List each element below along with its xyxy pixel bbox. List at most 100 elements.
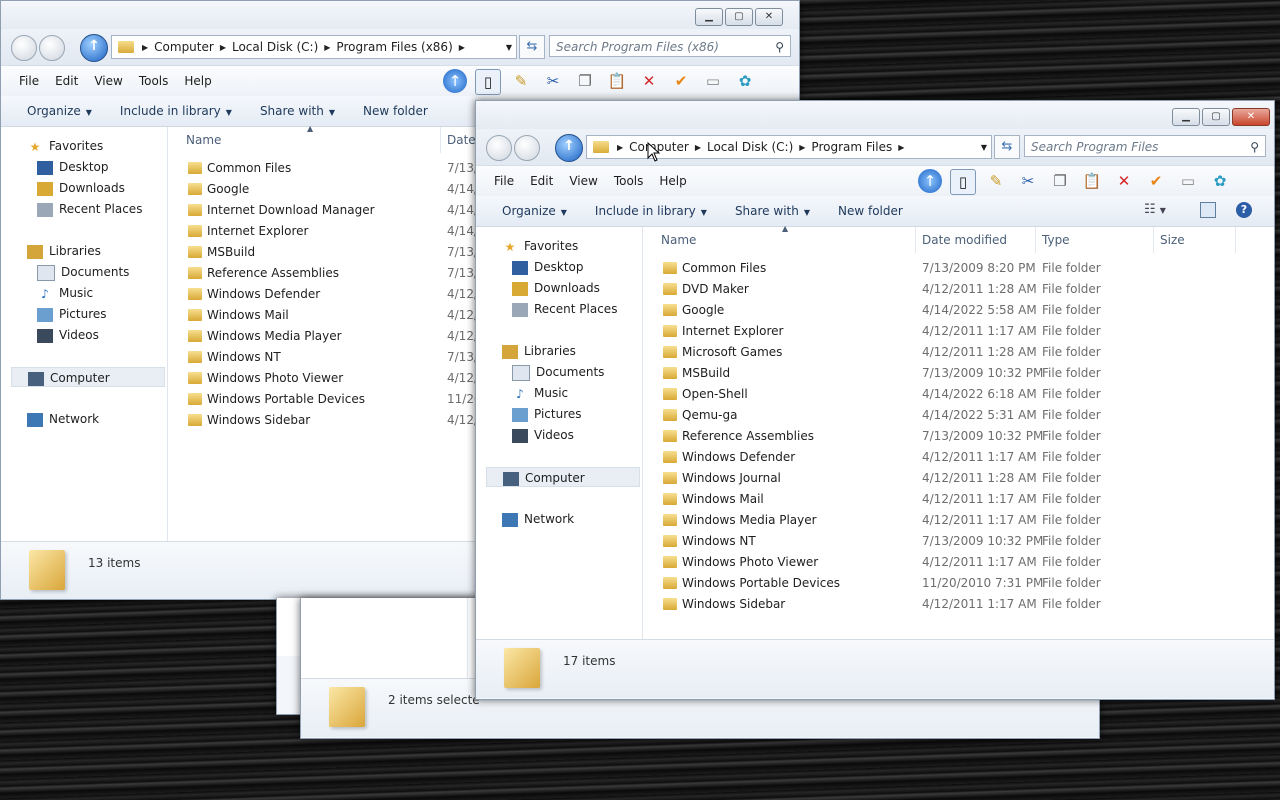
search-input[interactable]: Search Program Files ⚲ [1024, 135, 1266, 157]
file-row[interactable]: Windows Media Player 4/12/2011 1:17 AM Fil… [643, 510, 1243, 531]
menu-edit[interactable]: Edit [530, 174, 553, 188]
file-list[interactable]: Name ▲ Date modified Type Size Common Fi… [643, 224, 1274, 639]
minimize-button[interactable]: ▁ [695, 8, 723, 26]
copy-icon[interactable]: ❐ [573, 69, 597, 93]
nav-recent-places[interactable]: Recent Places [512, 299, 617, 319]
nav-documents[interactable]: Documents [37, 262, 129, 282]
column-divider[interactable] [915, 227, 916, 253]
menu-view[interactable]: View [569, 174, 597, 188]
title-bar[interactable]: ▁ ▢ ✕ [476, 101, 1274, 129]
nav-network[interactable]: Network [502, 509, 574, 529]
column-divider[interactable] [1035, 227, 1036, 253]
up-button[interactable]: ↑ [80, 34, 108, 62]
preview-pane-toggle-icon[interactable] [1200, 202, 1216, 218]
nav-desktop[interactable]: Desktop [512, 257, 584, 277]
nav-favorites[interactable]: ★ Favorites [27, 136, 104, 156]
refresh-button[interactable]: ⇆ [519, 35, 545, 59]
paste-icon[interactable]: 📋 [605, 69, 629, 93]
breadcrumb-computer[interactable]: Computer [154, 40, 214, 54]
close-button[interactable]: ✕ [755, 8, 783, 26]
maximize-button[interactable]: ▢ [725, 8, 753, 26]
breadcrumb-local-disk[interactable]: Local Disk (C:) [707, 140, 793, 154]
share-with-button[interactable]: Share with ▼ [735, 204, 810, 218]
paste-icon[interactable]: 📋 [1080, 169, 1104, 193]
nav-videos[interactable]: Videos [512, 425, 574, 445]
file-row[interactable]: Internet Explorer 4/12/2011 1:17 AM File f… [643, 321, 1243, 342]
nav-videos[interactable]: Videos [37, 325, 99, 345]
nav-computer[interactable]: Computer [11, 367, 165, 387]
organize-button[interactable]: Organize ▼ [27, 104, 92, 118]
new-folder-button[interactable]: New folder [363, 104, 428, 118]
properties-icon[interactable]: ✎ [509, 69, 533, 93]
nav-libraries[interactable]: Libraries [27, 241, 101, 261]
forward-button[interactable] [39, 35, 65, 61]
nav-downloads[interactable]: Downloads [37, 178, 125, 198]
back-button[interactable] [11, 35, 37, 61]
nav-music[interactable]: ♪ Music [512, 383, 568, 403]
up-arrow-icon[interactable]: ↑ [443, 69, 467, 93]
file-row[interactable]: Microsoft Games 4/12/2011 1:28 AM File fol… [643, 342, 1243, 363]
refresh-button[interactable]: ⇆ [994, 135, 1020, 159]
menu-tools[interactable]: Tools [614, 174, 644, 188]
close-button[interactable]: ✕ [1232, 108, 1270, 126]
shell-icon[interactable]: ✿ [733, 69, 757, 93]
column-name[interactable]: Name [661, 233, 696, 247]
column-divider[interactable] [1153, 227, 1154, 253]
up-arrow-icon[interactable]: ↑ [918, 169, 942, 193]
include-in-library-button[interactable]: Include in library ▼ [595, 204, 707, 218]
menu-view[interactable]: View [94, 74, 122, 88]
maximize-button[interactable]: ▢ [1202, 108, 1230, 126]
properties-icon[interactable]: ✎ [984, 169, 1008, 193]
file-row[interactable]: Windows Photo Viewer 4/12/2011 1:17 AM Fil… [643, 552, 1243, 573]
rename-icon[interactable]: ▭ [701, 69, 725, 93]
file-row[interactable]: Google 4/14/2022 5:58 AM File folder [643, 300, 1243, 321]
nav-documents[interactable]: Documents [512, 362, 604, 382]
breadcrumb-program-files-x86[interactable]: Program Files (x86) [336, 40, 452, 54]
preview-pane-icon[interactable]: ▯ [475, 69, 501, 95]
file-row[interactable]: Open-Shell 4/14/2022 6:18 AM File folder [643, 384, 1243, 405]
checkmark-icon[interactable]: ✔ [669, 69, 693, 93]
column-divider[interactable] [440, 127, 441, 153]
address-bar[interactable]: ▶ Computer ▶ Local Disk (C:) ▶ Program F… [111, 35, 517, 59]
nav-recent-places[interactable]: Recent Places [37, 199, 142, 219]
file-row[interactable]: Qemu-ga 4/14/2022 5:31 AM File folder [643, 405, 1243, 426]
menu-tools[interactable]: Tools [139, 74, 169, 88]
nav-music[interactable]: ♪ Music [37, 283, 93, 303]
scissors-icon[interactable]: ✂ [541, 69, 565, 93]
red-x-icon[interactable]: ✕ [637, 69, 661, 93]
menu-help[interactable]: Help [184, 74, 211, 88]
breadcrumb-local-disk[interactable]: Local Disk (C:) [232, 40, 318, 54]
nav-libraries[interactable]: Libraries [502, 341, 576, 361]
nav-pictures[interactable]: Pictures [512, 404, 582, 424]
question-icon[interactable]: ? [1236, 202, 1252, 218]
scissors-icon[interactable]: ✂ [1016, 169, 1040, 193]
new-folder-button[interactable]: New folder [838, 204, 903, 218]
column-date-modified[interactable]: Date modified [922, 233, 1007, 247]
file-row[interactable]: Windows Journal 4/12/2011 1:28 AM File fol… [643, 468, 1243, 489]
file-row[interactable]: Windows Defender 4/12/2011 1:17 AM File fo… [643, 447, 1243, 468]
column-date[interactable]: Date [447, 133, 476, 147]
magnifier-icon[interactable]: ⚲ [775, 36, 784, 58]
views-icon[interactable]: ☷ ▼ [1144, 202, 1166, 217]
shell-icon[interactable]: ✿ [1208, 169, 1232, 193]
back-button[interactable] [486, 135, 512, 161]
file-row[interactable]: Windows Mail 4/12/2011 1:17 AM File folder [643, 489, 1243, 510]
column-type[interactable]: Type [1042, 233, 1070, 247]
column-size[interactable]: Size [1160, 233, 1185, 247]
explorer-window-program-files[interactable]: ▁ ▢ ✕ ↑ ▶ Computer ▶ Local Disk (C:) ▶ P… [475, 100, 1275, 700]
file-row[interactable]: DVD Maker 4/12/2011 1:28 AM File folder [643, 279, 1243, 300]
nav-pictures[interactable]: Pictures [37, 304, 107, 324]
nav-desktop[interactable]: Desktop [37, 157, 109, 177]
up-button[interactable]: ↑ [555, 134, 583, 162]
organize-button[interactable]: Organize ▼ [502, 204, 567, 218]
search-input[interactable]: Search Program Files (x86) ⚲ [549, 35, 791, 57]
magnifier-icon[interactable]: ⚲ [1250, 136, 1259, 158]
nav-favorites[interactable]: ★ Favorites [502, 236, 579, 256]
preview-pane-icon[interactable]: ▯ [950, 169, 976, 195]
file-row[interactable]: Windows Portable Devices 11/20/2010 7:31 … [643, 573, 1243, 594]
nav-computer[interactable]: Computer [486, 467, 640, 487]
forward-button[interactable] [514, 135, 540, 161]
menu-edit[interactable]: Edit [55, 74, 78, 88]
share-with-button[interactable]: Share with ▼ [260, 104, 335, 118]
chevron-down-icon[interactable]: ▼ [506, 43, 512, 52]
